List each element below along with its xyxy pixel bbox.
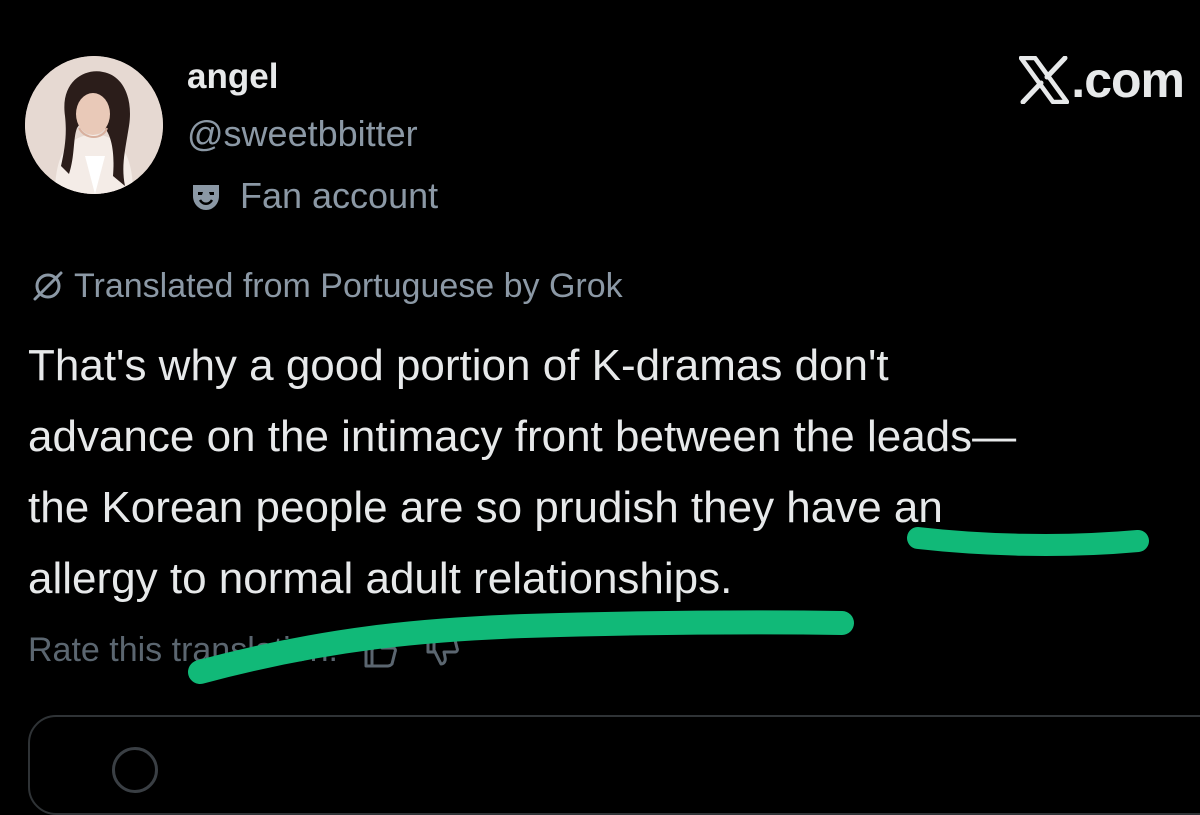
quoted-post-card[interactable] [28,715,1200,815]
rate-translation-label: Rate this translation: [28,630,338,669]
post-line: the Korean people are so prudish they ha… [28,483,943,532]
post-body: That's why a good portion of K-dramas do… [28,330,1200,614]
x-logo-icon [1019,56,1070,104]
thumbs-down-icon[interactable] [422,630,462,670]
account-label-text: Fan account [240,175,439,216]
translation-note-text: Translated from Portuguese by Grok [74,266,623,305]
translation-note: Translated from Portuguese by Grok [30,262,623,310]
display-name[interactable]: angel [187,56,278,98]
rate-translation: Rate this translation: [28,622,462,678]
thumbs-up-icon[interactable] [360,630,400,670]
user-handle[interactable]: @sweetbbitter [187,112,418,156]
translate-slash-icon [33,271,63,301]
post-line: advance on the intimacy front between th… [28,412,1017,461]
quoted-post-avatar [112,747,158,793]
post-line: allergy to normal adult relationships. [28,554,733,603]
account-label: Fan account [190,172,438,220]
theater-mask-icon [193,185,219,210]
post-line: That's why a good portion of K-dramas do… [28,341,889,390]
x-brand-text: .com [1071,52,1185,108]
avatar[interactable] [25,56,163,194]
x-brand: .com [1019,50,1185,110]
